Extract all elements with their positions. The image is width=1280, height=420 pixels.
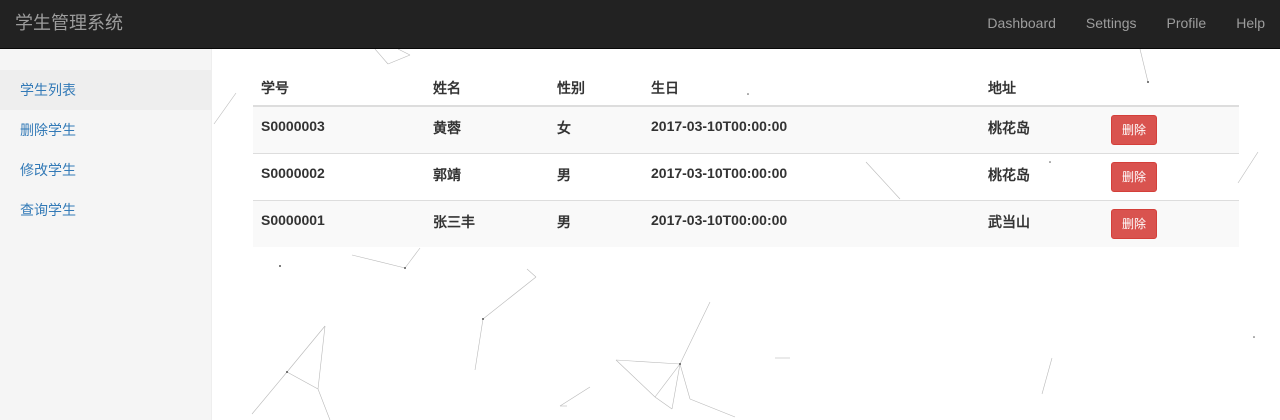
cell-student-gender: 男 — [549, 200, 643, 247]
delete-button[interactable]: 删除 — [1111, 162, 1158, 192]
sidebar: 学生列表 删除学生 修改学生 查询学生 — [0, 49, 212, 420]
column-header-name: 姓名 — [425, 70, 549, 107]
cell-student-id: S0000001 — [253, 200, 425, 247]
cell-student-gender: 女 — [549, 106, 643, 154]
app-brand[interactable]: 学生管理系统 — [15, 0, 123, 49]
cell-action: 删除 — [1103, 200, 1239, 247]
sidebar-item-edit-student[interactable]: 修改学生 — [0, 150, 211, 190]
delete-button[interactable]: 删除 — [1111, 209, 1158, 239]
cell-student-name: 张三丰 — [425, 200, 549, 247]
table-row: S0000001 张三丰 男 2017-03-10T00:00:00 武当山 删… — [253, 200, 1239, 247]
column-header-action — [1103, 70, 1239, 107]
nav-link-settings[interactable]: Settings — [1071, 0, 1152, 49]
column-header-birthday: 生日 — [643, 70, 980, 107]
cell-student-name: 郭靖 — [425, 153, 549, 201]
nav-link-profile[interactable]: Profile — [1152, 0, 1222, 49]
delete-button[interactable]: 删除 — [1111, 115, 1158, 145]
column-header-id: 学号 — [253, 70, 425, 107]
table-row: S0000003 黄蓉 女 2017-03-10T00:00:00 桃花岛 删除 — [253, 106, 1239, 154]
nav-link-dashboard[interactable]: Dashboard — [972, 0, 1071, 49]
cell-student-name: 黄蓉 — [425, 106, 549, 154]
student-table: 学号 姓名 性别 生日 地址 S0000003 黄蓉 女 2017-03-10T… — [253, 70, 1239, 247]
column-header-gender: 性别 — [549, 70, 643, 107]
sidebar-item-delete-student[interactable]: 删除学生 — [0, 110, 211, 150]
cell-student-gender: 男 — [549, 153, 643, 201]
sidebar-item-student-list[interactable]: 学生列表 — [0, 70, 211, 110]
cell-student-birthday: 2017-03-10T00:00:00 — [643, 106, 980, 154]
table-header-row: 学号 姓名 性别 生日 地址 — [253, 70, 1239, 107]
cell-student-birthday: 2017-03-10T00:00:00 — [643, 153, 980, 201]
top-nav-links: Dashboard Settings Profile Help — [972, 0, 1280, 49]
cell-student-id: S0000002 — [253, 153, 425, 201]
main-content: 学号 姓名 性别 生日 地址 S0000003 黄蓉 女 2017-03-10T… — [253, 70, 1239, 247]
cell-action: 删除 — [1103, 153, 1239, 201]
cell-action: 删除 — [1103, 106, 1239, 154]
cell-student-address: 桃花岛 — [980, 106, 1103, 154]
sidebar-item-query-student[interactable]: 查询学生 — [0, 190, 211, 230]
column-header-address: 地址 — [980, 70, 1103, 107]
cell-student-id: S0000003 — [253, 106, 425, 154]
nav-link-help[interactable]: Help — [1221, 0, 1280, 49]
table-row: S0000002 郭靖 男 2017-03-10T00:00:00 桃花岛 删除 — [253, 153, 1239, 201]
cell-student-address: 桃花岛 — [980, 153, 1103, 201]
cell-student-address: 武当山 — [980, 200, 1103, 247]
cell-student-birthday: 2017-03-10T00:00:00 — [643, 200, 980, 247]
top-navbar: 学生管理系统 Dashboard Settings Profile Help — [0, 0, 1280, 49]
